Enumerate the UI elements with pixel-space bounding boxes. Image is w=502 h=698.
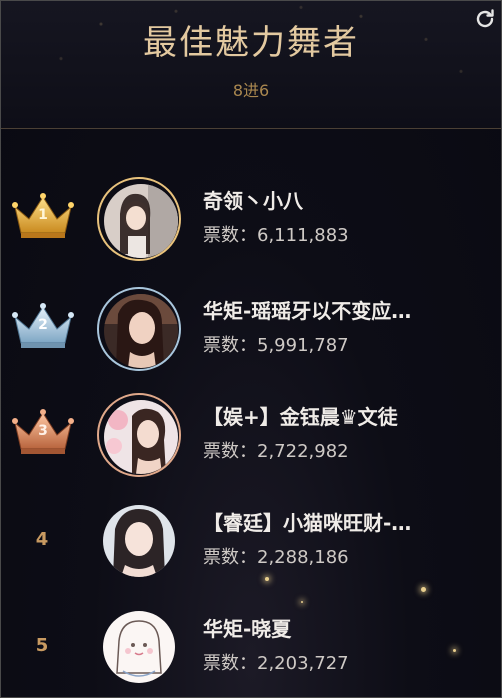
avatar[interactable] [97,287,181,371]
sparkle-decoration [265,577,269,581]
rank-number: 2 [38,317,48,333]
contestant-name: 华矩-瑶瑶牙以不变应… [203,299,412,323]
vote-count: 票数：2,203,727 [203,653,349,674]
silver-crown-icon: 2 [11,301,75,351]
ranking-panel: 最佳魅力舞者 8进6 1 奇领丶小八 票数：6,111,883 2 华矩-瑶瑶牙… [0,0,502,698]
ranking-row[interactable]: 1 奇领丶小八 票数：6,111,883 [1,169,501,269]
sparkle-decoration [301,601,303,603]
avatar[interactable] [97,393,181,477]
avatar[interactable] [97,177,181,261]
page-title: 最佳魅力舞者 [143,23,359,63]
contestant-name: 奇领丶小八 [203,189,303,213]
gold-crown-icon: 1 [11,191,75,241]
ranking-row[interactable]: 4 【睿廷】小猫咪旺财-… 票数：2,288,186 [1,491,501,591]
rank-number: 5 [35,635,49,656]
sparkle-decoration [453,649,456,652]
vote-count: 票数：2,288,186 [203,547,349,568]
sparkle-decoration [421,587,426,592]
ranking-row[interactable]: 3 【娱+】金钰晨♛文徒 票数：2,722,982 [1,385,501,485]
avatar[interactable] [103,611,175,683]
header-divider [1,128,501,129]
header: 最佳魅力舞者 8进6 [1,1,501,129]
rank-number: 4 [35,529,49,550]
ranking-row[interactable]: 5 华矩-晓夏 票数：2,203,727 [1,597,501,697]
bronze-crown-icon: 3 [11,407,75,457]
page-subtitle: 8进6 [232,81,270,100]
contestant-name: 【娱+】金钰晨♛文徒 [203,405,398,429]
contestant-name: 【睿廷】小猫咪旺财-… [203,511,412,535]
ranking-row[interactable]: 2 华矩-瑶瑶牙以不变应… 票数：5,991,787 [1,279,501,379]
vote-count: 票数：5,991,787 [203,335,349,356]
vote-count: 票数：6,111,883 [203,225,349,246]
refresh-icon[interactable] [473,7,497,31]
vote-count: 票数：2,722,982 [203,441,349,462]
rank-number: 3 [38,423,48,439]
rank-number: 1 [38,207,48,223]
avatar[interactable] [103,505,175,577]
contestant-name: 华矩-晓夏 [203,617,292,641]
